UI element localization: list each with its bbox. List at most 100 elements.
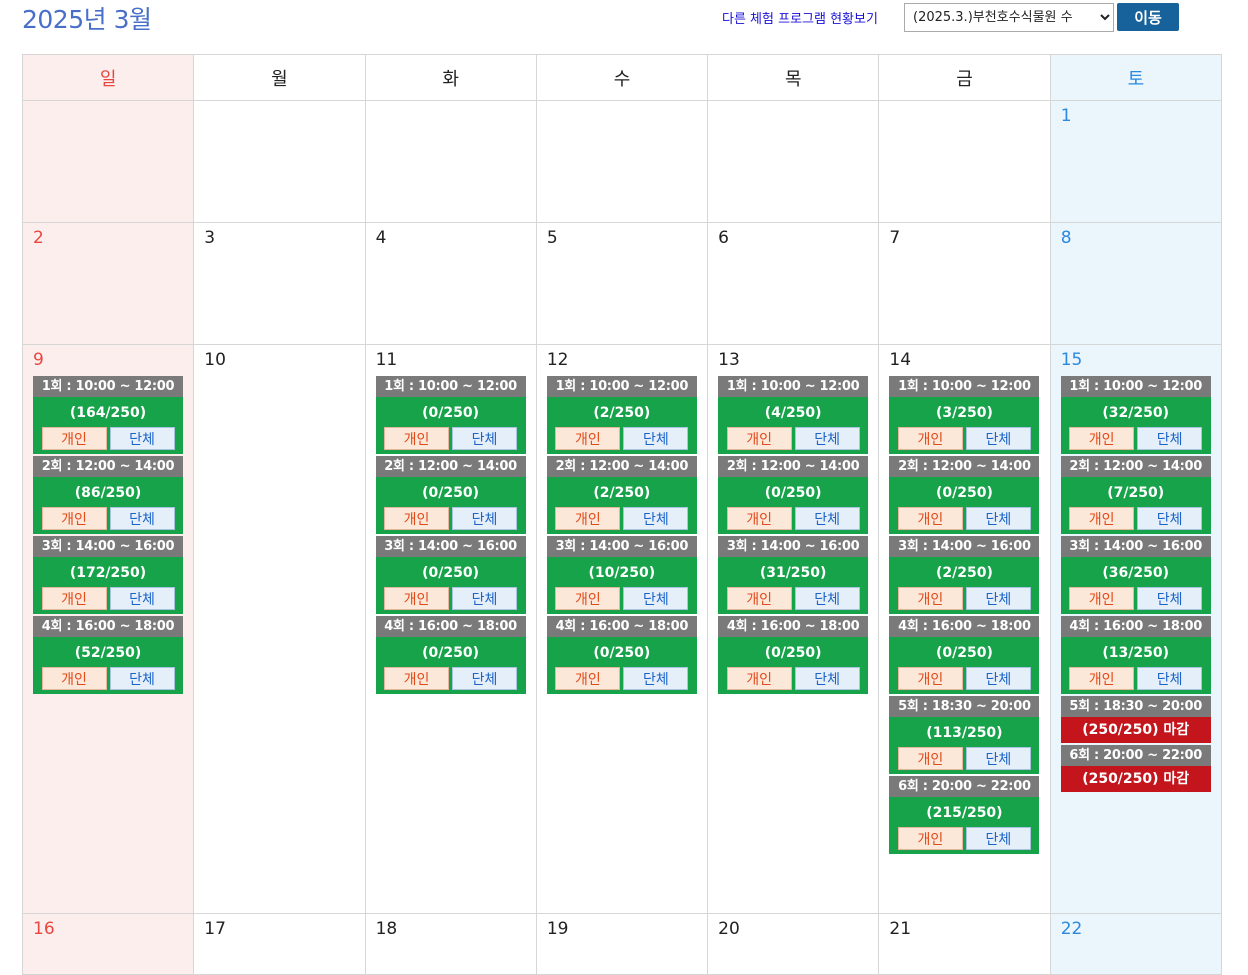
group-booking-button[interactable]: 단체: [965, 667, 1031, 690]
group-booking-button[interactable]: 단체: [452, 507, 518, 530]
time-slot: 2회 : 12:00 ~ 14:00 (0/250) 개인 단체: [375, 456, 526, 534]
group-booking-button[interactable]: 단체: [1137, 427, 1203, 450]
group-booking-button[interactable]: 단체: [965, 747, 1031, 770]
go-button[interactable]: 이동: [1117, 3, 1179, 31]
individual-booking-button[interactable]: 개인: [555, 507, 621, 530]
week-row-3: 9 1회 : 10:00 ~ 12:00 (164/250) 개인 단체 2회 : 12:…: [21, 344, 1223, 914]
time-slot: 4회 : 16:00 ~ 18:00 (0/250) 개인 단체: [889, 616, 1040, 694]
group-booking-button[interactable]: 단체: [109, 507, 175, 530]
group-booking-button[interactable]: 단체: [965, 587, 1031, 610]
time-slot: 3회 : 14:00 ~ 16:00 (10/250) 개인 단체: [546, 536, 697, 614]
time-slot: 1회 : 10:00 ~ 12:00 (2/250) 개인 단체: [546, 376, 697, 454]
weekday-header-row: 일 월 화 수 목 금 토: [21, 54, 1223, 101]
time-slot: 2회 : 12:00 ~ 14:00 (0/250) 개인 단체: [889, 456, 1040, 534]
slot-time: 2회 : 12:00 ~ 14:00: [1060, 456, 1211, 477]
day-cell: 6: [707, 222, 880, 345]
group-booking-button[interactable]: 단체: [109, 587, 175, 610]
group-booking-button[interactable]: 단체: [1137, 507, 1203, 530]
group-booking-button[interactable]: 단체: [623, 427, 689, 450]
slot-count: (2/250): [593, 485, 651, 501]
individual-booking-button[interactable]: 개인: [41, 667, 107, 690]
individual-booking-button[interactable]: 개인: [897, 587, 963, 610]
weekday-tue: 화: [364, 54, 537, 101]
individual-booking-button[interactable]: 개인: [384, 587, 450, 610]
slot-time: 6회 : 20:00 ~ 22:00: [1060, 745, 1211, 766]
day-cell: 1: [1049, 100, 1223, 223]
group-booking-button[interactable]: 단체: [623, 587, 689, 610]
weekday-mon: 월: [193, 54, 366, 101]
individual-booking-button[interactable]: 개인: [1069, 667, 1135, 690]
group-booking-button[interactable]: 단체: [965, 507, 1031, 530]
individual-booking-button[interactable]: 개인: [897, 747, 963, 770]
group-booking-button[interactable]: 단체: [109, 427, 175, 450]
slot-count: (0/250): [422, 485, 479, 501]
time-slot: 3회 : 14:00 ~ 16:00 (2/250) 개인 단체: [889, 536, 1040, 614]
slot-closed-badge: (250/250) 마감: [1060, 717, 1211, 743]
individual-booking-button[interactable]: 개인: [555, 667, 621, 690]
group-booking-button[interactable]: 단체: [794, 507, 860, 530]
individual-booking-button[interactable]: 개인: [726, 507, 792, 530]
individual-booking-button[interactable]: 개인: [41, 427, 107, 450]
day-cell: [364, 100, 537, 223]
individual-booking-button[interactable]: 개인: [726, 587, 792, 610]
individual-booking-button[interactable]: 개인: [1069, 427, 1135, 450]
slot-count: (4/250): [764, 405, 822, 421]
slot-count: (113/250): [926, 725, 1003, 741]
individual-booking-button[interactable]: 개인: [41, 507, 107, 530]
individual-booking-button[interactable]: 개인: [897, 507, 963, 530]
slot-time: 3회 : 14:00 ~ 16:00: [33, 536, 183, 557]
day-cell: [535, 100, 709, 223]
individual-booking-button[interactable]: 개인: [41, 587, 107, 610]
slot-body: (2/250) 개인 단체: [546, 477, 697, 534]
individual-booking-button[interactable]: 개인: [726, 667, 792, 690]
program-select[interactable]: (2025.3.)부천호수식물원 수: [904, 3, 1114, 32]
individual-booking-button[interactable]: 개인: [1069, 587, 1135, 610]
group-booking-button[interactable]: 단체: [623, 667, 689, 690]
group-booking-button[interactable]: 단체: [965, 827, 1031, 850]
slot-body: (2/250) 개인 단체: [889, 557, 1040, 614]
slot-count: (0/250): [422, 645, 479, 661]
group-booking-button[interactable]: 단체: [794, 587, 860, 610]
individual-booking-button[interactable]: 개인: [726, 427, 792, 450]
individual-booking-button[interactable]: 개인: [384, 427, 450, 450]
slot-count: (31/250): [759, 565, 827, 581]
day-number: 7: [889, 228, 901, 248]
individual-booking-button[interactable]: 개인: [555, 587, 621, 610]
slot-count: (13/250): [1102, 645, 1169, 661]
slot-count: (0/250): [764, 645, 822, 661]
day-number: 20: [718, 919, 740, 939]
individual-booking-button[interactable]: 개인: [555, 427, 621, 450]
individual-booking-button[interactable]: 개인: [897, 427, 963, 450]
group-booking-button[interactable]: 단체: [794, 667, 860, 690]
slot-count: (32/250): [1102, 405, 1169, 421]
group-booking-button[interactable]: 단체: [794, 427, 860, 450]
weekday-thu: 목: [707, 54, 880, 101]
group-booking-button[interactable]: 단체: [109, 667, 175, 690]
group-booking-button[interactable]: 단체: [965, 427, 1031, 450]
group-booking-button[interactable]: 단체: [1137, 667, 1203, 690]
individual-booking-button[interactable]: 개인: [897, 667, 963, 690]
individual-booking-button[interactable]: 개인: [897, 827, 963, 850]
slot-count: (164/250): [69, 405, 147, 421]
other-programs-link[interactable]: 다른 체험 프로그램 현황보기: [722, 8, 878, 27]
slot-list: 1회 : 10:00 ~ 12:00 (3/250) 개인 단체 2회 : 12:00 …: [889, 376, 1040, 854]
individual-booking-button[interactable]: 개인: [384, 507, 450, 530]
day-number: 11: [375, 350, 398, 370]
time-slot: 5회 : 18:30 ~ 20:00 (250/250) 마감: [1060, 696, 1211, 743]
group-booking-button[interactable]: 단체: [452, 427, 518, 450]
day-cell: 20: [707, 913, 880, 975]
group-booking-button[interactable]: 단체: [623, 507, 689, 530]
day-cell: 15 1회 : 10:00 ~ 12:00 (32/250) 개인 단체 2회 : 12:…: [1049, 344, 1223, 914]
slot-body: (215/250) 개인 단체: [889, 797, 1040, 854]
group-booking-button[interactable]: 단체: [452, 587, 518, 610]
day-number: 22: [1060, 919, 1083, 939]
slot-time: 3회 : 14:00 ~ 16:00: [1060, 536, 1211, 557]
time-slot: 1회 : 10:00 ~ 12:00 (32/250) 개인 단체: [1060, 376, 1211, 454]
individual-booking-button[interactable]: 개인: [1069, 507, 1135, 530]
slot-body: (7/250) 개인 단체: [1060, 477, 1211, 534]
group-booking-button[interactable]: 단체: [1137, 587, 1203, 610]
slot-time: 2회 : 12:00 ~ 14:00: [375, 456, 526, 477]
group-booking-button[interactable]: 단체: [452, 667, 518, 690]
individual-booking-button[interactable]: 개인: [384, 667, 450, 690]
day-number: 3: [204, 228, 216, 248]
